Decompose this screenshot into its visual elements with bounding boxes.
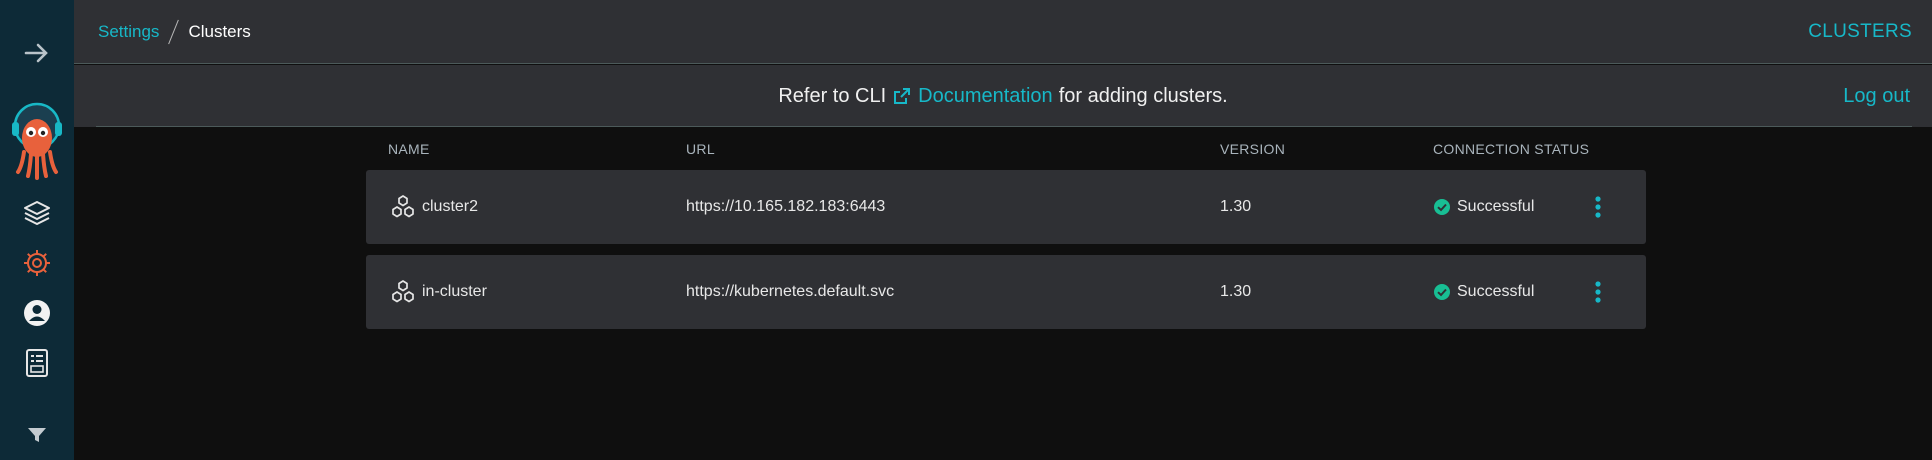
cluster-icon bbox=[392, 195, 414, 218]
docs-icon bbox=[26, 349, 48, 377]
argo-logo bbox=[0, 102, 74, 182]
applications-nav[interactable] bbox=[0, 190, 74, 236]
cluster-url: https://10.165.182.183:6443 bbox=[686, 198, 886, 215]
connection-status-text: Successful bbox=[1457, 283, 1535, 300]
filter-nav[interactable] bbox=[0, 412, 74, 458]
column-header-version: VERSION bbox=[1220, 141, 1286, 157]
cluster-url: https://kubernetes.default.svc bbox=[686, 283, 895, 300]
row-actions-button[interactable] bbox=[1578, 195, 1618, 219]
table-row[interactable]: in-cluster https://kubernetes.default.sv… bbox=[366, 255, 1646, 329]
documentation-nav[interactable] bbox=[0, 340, 74, 386]
arrow-right-icon bbox=[24, 43, 48, 63]
user-icon bbox=[24, 300, 50, 326]
cluster-version: 1.30 bbox=[1220, 198, 1252, 215]
user-info-nav[interactable] bbox=[0, 290, 74, 336]
filter-icon bbox=[28, 428, 46, 442]
check-circle-icon bbox=[1434, 284, 1450, 300]
logout-button[interactable]: Log out bbox=[1843, 65, 1910, 127]
cluster-name-cell: cluster2 bbox=[366, 194, 686, 220]
clusters-table: NAME URL VERSION CONNECTION STATUS clust… bbox=[366, 128, 1646, 340]
expand-sidebar-button[interactable] bbox=[0, 30, 74, 76]
breadcrumb-settings[interactable]: Settings bbox=[98, 22, 159, 42]
row-actions-button[interactable] bbox=[1578, 280, 1618, 304]
divider bbox=[96, 126, 1912, 127]
notice-suffix: for adding clusters. bbox=[1058, 84, 1228, 107]
notice-bar: Refer to CLI Documentation for adding cl… bbox=[74, 65, 1932, 127]
settings-nav[interactable] bbox=[0, 240, 74, 286]
gear-icon bbox=[24, 250, 50, 276]
cluster-icon bbox=[392, 280, 414, 303]
page-title: CLUSTERS bbox=[1808, 20, 1912, 42]
column-header-url: URL bbox=[686, 141, 715, 157]
table-row[interactable]: cluster2 https://10.165.182.183:6443 1.3… bbox=[366, 170, 1646, 244]
check-circle-icon bbox=[1434, 199, 1450, 215]
documentation-link-label: Documentation bbox=[918, 84, 1053, 107]
more-vertical-icon bbox=[1595, 281, 1601, 303]
connection-status-text: Successful bbox=[1457, 198, 1535, 215]
cluster-version: 1.30 bbox=[1220, 283, 1252, 300]
cluster-name: in-cluster bbox=[422, 283, 487, 300]
connection-status: Successful bbox=[1433, 198, 1578, 216]
breadcrumb-current: Clusters bbox=[188, 21, 251, 41]
column-header-name: NAME bbox=[388, 141, 430, 157]
more-vertical-icon bbox=[1595, 196, 1601, 218]
cluster-name-cell: in-cluster bbox=[366, 279, 686, 305]
documentation-link[interactable]: Documentation bbox=[892, 85, 1053, 108]
breadcrumb-separator bbox=[168, 19, 180, 44]
layers-icon bbox=[24, 201, 50, 225]
column-header-connection-status: CONNECTION STATUS bbox=[1433, 141, 1590, 157]
table-header: NAME URL VERSION CONNECTION STATUS bbox=[366, 128, 1646, 170]
top-bar: Settings Clusters CLUSTERS bbox=[74, 0, 1932, 64]
sidebar bbox=[0, 0, 74, 460]
notice-text: Refer to CLI Documentation for adding cl… bbox=[74, 65, 1932, 127]
external-link-icon bbox=[894, 88, 911, 104]
notice-prefix: Refer to CLI bbox=[778, 84, 887, 107]
cluster-name: cluster2 bbox=[422, 198, 479, 215]
connection-status: Successful bbox=[1433, 283, 1578, 301]
